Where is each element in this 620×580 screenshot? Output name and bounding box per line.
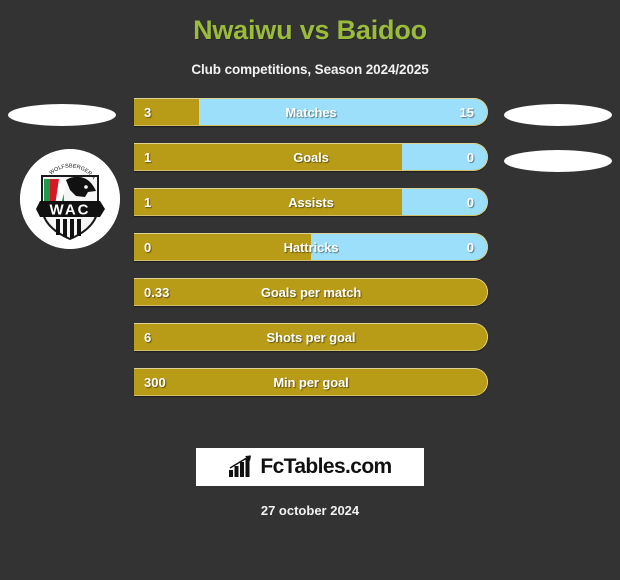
- comparison-body: WAC WOLFSBERGER AC 3 Matches 15: [0, 98, 620, 408]
- stat-home-value: 300: [144, 374, 166, 390]
- stat-bar-home-fill: [134, 324, 487, 350]
- stat-bar-track: [134, 278, 488, 306]
- stat-bar-home-fill: [134, 144, 403, 170]
- stat-home-value: 1: [144, 149, 152, 165]
- stat-comparison-card: Nwaiwu vs Baidoo Club competitions, Seas…: [0, 0, 620, 580]
- fctables-brand-logo[interactable]: FcTables.com: [196, 448, 424, 486]
- club-crest-wolfsberger-ac: WAC WOLFSBERGER AC: [20, 149, 120, 249]
- club-logo-placeholder-right: [504, 150, 612, 172]
- stat-row-shots-per-goal[interactable]: 6 Shots per goal: [134, 323, 488, 351]
- stat-bar-away-fill: [198, 99, 487, 125]
- stat-bar-away-fill: [402, 144, 487, 170]
- stat-row-goals-per-match[interactable]: 0.33 Goals per match: [134, 278, 488, 306]
- stat-bar-home-fill: [134, 189, 403, 215]
- stat-bar-track: [134, 188, 488, 216]
- stat-away-value: 0: [466, 239, 474, 255]
- stat-row-hattricks[interactable]: 0 Hattricks 0: [134, 233, 488, 261]
- wolfsberger-crest-icon: WAC WOLFSBERGER AC: [20, 149, 120, 249]
- player-photo-placeholder-right: [504, 104, 612, 126]
- stat-bar-home-fill: [134, 369, 487, 395]
- stat-bar-track: [134, 368, 488, 396]
- stat-away-value: 15: [459, 104, 474, 120]
- stat-bar-home-fill: [134, 279, 487, 305]
- stat-bar-away-fill: [402, 189, 487, 215]
- stat-bar-track: [134, 143, 488, 171]
- stat-row-min-per-goal[interactable]: 300 Min per goal: [134, 368, 488, 396]
- bar-chart-arrow-icon: [229, 455, 252, 477]
- stat-bar-track: [134, 323, 488, 351]
- stat-bar-track: [134, 98, 488, 126]
- stat-home-value: 0: [144, 239, 152, 255]
- stat-bar-away-fill: [310, 234, 487, 260]
- player-photo-placeholder-left: [8, 104, 116, 126]
- report-date: 27 october 2024: [260, 503, 360, 518]
- brand-name: FcTables.com: [260, 455, 392, 478]
- stat-away-value: 0: [466, 194, 474, 210]
- stat-away-value: 0: [466, 149, 474, 165]
- stat-home-value: 0.33: [144, 284, 170, 300]
- svg-text:WAC: WAC: [50, 202, 91, 219]
- page-subtitle: Club competitions, Season 2024/2025: [191, 62, 429, 77]
- stat-row-assists[interactable]: 1 Assists 0: [134, 188, 488, 216]
- stat-home-value: 6: [144, 329, 152, 345]
- stat-home-value: 3: [144, 104, 152, 120]
- stat-row-goals[interactable]: 1 Goals 0: [134, 143, 488, 171]
- stats-bar-list: 3 Matches 15 1 Goals 0 1 Assists 0 0 Hat…: [134, 98, 488, 396]
- stat-bar-track: [134, 233, 488, 261]
- stat-row-matches[interactable]: 3 Matches 15: [134, 98, 488, 126]
- stat-home-value: 1: [144, 194, 152, 210]
- page-title: Nwaiwu vs Baidoo: [193, 15, 427, 45]
- stat-bar-home-fill: [134, 234, 311, 260]
